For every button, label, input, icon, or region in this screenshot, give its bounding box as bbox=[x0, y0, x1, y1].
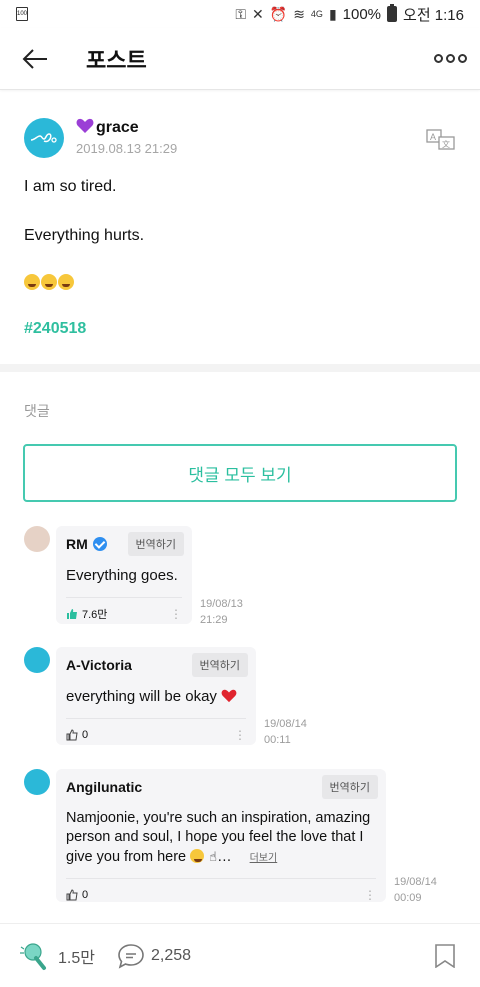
signal-icon: ▮ bbox=[328, 5, 337, 22]
svg-text:文: 文 bbox=[442, 139, 450, 149]
clock: 오전 1:16 bbox=[403, 6, 464, 24]
kebab-menu-icon[interactable]: ⋮ bbox=[170, 607, 182, 621]
comment-timestamp: 19/08/14 00:11 bbox=[264, 716, 307, 748]
back-button[interactable] bbox=[0, 28, 70, 90]
post-date: 2019.08.13 21:29 bbox=[76, 141, 178, 156]
lightstick-like-icon bbox=[20, 942, 46, 970]
comment-bubble: A-Victoria 번역하기 everything will be okay … bbox=[56, 647, 256, 745]
bottom-action-bar: 1.5만 2,258 bbox=[0, 923, 480, 987]
pensive-emoji-icon bbox=[190, 849, 205, 863]
comment-text-body: everything will be okay bbox=[66, 688, 217, 705]
battery-percent: 100% bbox=[342, 5, 382, 23]
crying-emoji-icon bbox=[58, 274, 74, 290]
status-bar: 100 ⚿ ✕ ⏰ ≋ 4G ▮ 100% 오전 1:16 bbox=[0, 0, 480, 28]
avatar-heart-logo-icon bbox=[30, 133, 57, 143]
comment-post-button[interactable]: 2,258 bbox=[117, 943, 191, 969]
comment-timestamp: 19/08/14 00:09 bbox=[394, 874, 437, 906]
like-count: 7.6만 bbox=[82, 609, 108, 621]
section-divider bbox=[0, 364, 480, 372]
comment-footer: 0 ⋮ bbox=[66, 879, 376, 911]
commenter-name[interactable]: RM bbox=[66, 536, 107, 552]
commenter-avatar[interactable] bbox=[24, 769, 50, 795]
mute-icon: ✕ bbox=[252, 5, 264, 22]
more-dot-icon bbox=[433, 54, 443, 63]
comment-bubble-icon bbox=[118, 943, 144, 969]
post-author-name: grace bbox=[96, 119, 139, 136]
back-arrow-icon bbox=[22, 48, 47, 69]
comment-bubble: RM 번역하기 Everything goes. 7.6만 ⋮ bbox=[56, 526, 192, 624]
comment-date: 19/08/14 bbox=[264, 718, 307, 730]
alarm-icon: ⏰ bbox=[269, 5, 288, 22]
like-filled-icon[interactable] bbox=[66, 608, 78, 620]
pointing-hand-icon: ☝ bbox=[209, 849, 218, 864]
like-count: 0 bbox=[82, 729, 89, 741]
commenter-name[interactable]: Angilunatic bbox=[66, 779, 142, 795]
like-count: 0 bbox=[82, 889, 89, 901]
commenter-name-text: RM bbox=[66, 536, 88, 552]
comments-heading: 댓글 bbox=[24, 403, 50, 419]
lock-icon: ⚿ bbox=[235, 5, 247, 22]
like-post-button[interactable]: 1.5만 bbox=[18, 941, 95, 971]
kebab-menu-icon[interactable]: ⋮ bbox=[364, 888, 376, 902]
commenter-avatar[interactable] bbox=[24, 647, 50, 673]
network-label: 4G bbox=[310, 9, 323, 19]
translate-button[interactable]: 번역하기 bbox=[321, 775, 378, 799]
comment-bubble: Angilunatic 번역하기 Namjoonie, you're such … bbox=[56, 769, 386, 902]
battery-icon bbox=[387, 4, 398, 22]
post-hashtag[interactable]: #240518 bbox=[24, 320, 86, 338]
post-like-count: 1.5만 bbox=[58, 949, 95, 967]
comment-text: Everything goes. bbox=[66, 567, 178, 584]
crying-emoji-icon bbox=[24, 274, 40, 290]
verified-badge-icon bbox=[92, 537, 107, 551]
battery-badge-icon: 100 bbox=[16, 7, 28, 21]
comment-time: 00:11 bbox=[264, 734, 291, 746]
page-title: 포스트 bbox=[86, 47, 147, 73]
more-options-button[interactable] bbox=[420, 28, 480, 90]
post-text-line: I am so tired. bbox=[24, 178, 117, 195]
bookmark-icon[interactable] bbox=[434, 944, 456, 968]
purple-heart-icon bbox=[76, 118, 94, 133]
comment-time: 00:09 bbox=[394, 892, 422, 904]
commenter-name[interactable]: A-Victoria bbox=[66, 657, 132, 673]
more-dot-icon bbox=[445, 54, 455, 63]
more-dot-icon bbox=[457, 54, 467, 63]
translate-button[interactable]: 번역하기 bbox=[191, 653, 248, 677]
commenter-avatar[interactable] bbox=[24, 526, 50, 552]
crying-emoji-row bbox=[24, 274, 75, 295]
kebab-menu-icon[interactable]: ⋮ bbox=[234, 728, 246, 742]
comment-timestamp: 19/08/13 21:29 bbox=[200, 596, 243, 628]
crying-emoji-icon bbox=[41, 274, 57, 290]
comment-footer: 7.6만 ⋮ bbox=[66, 598, 182, 630]
comment-date: 19/08/14 bbox=[394, 876, 437, 888]
svg-text:A: A bbox=[430, 132, 436, 142]
read-more-link[interactable]: 더보기 bbox=[250, 853, 278, 864]
like-outline-icon[interactable] bbox=[66, 729, 78, 741]
comment-footer: 0 ⋮ bbox=[66, 719, 246, 751]
comment-text: everything will be okay bbox=[66, 687, 246, 706]
comment-date: 19/08/13 bbox=[200, 598, 243, 610]
translate-icon[interactable]: A 文 bbox=[426, 128, 456, 152]
post-text-line: Everything hurts. bbox=[24, 227, 145, 244]
post-comment-count: 2,258 bbox=[150, 946, 192, 964]
post-author[interactable]: grace bbox=[76, 118, 139, 137]
view-all-comments-button[interactable]: 댓글 모두 보기 bbox=[23, 444, 457, 502]
translate-button[interactable]: 번역하기 bbox=[127, 532, 184, 556]
comment-time: 21:29 bbox=[200, 614, 228, 626]
wifi-icon: ≋ bbox=[293, 5, 305, 22]
app-header: 포스트 bbox=[0, 28, 480, 90]
comment-text-body: Namjoonie, you're such an inspiration, a… bbox=[66, 810, 371, 865]
comment-text: Namjoonie, you're such an inspiration, a… bbox=[66, 810, 371, 865]
like-outline-icon[interactable] bbox=[66, 889, 78, 901]
author-avatar[interactable] bbox=[24, 118, 64, 158]
post: grace 2019.08.13 21:29 A 文 I am so tired… bbox=[0, 92, 480, 364]
red-heart-icon bbox=[221, 689, 237, 703]
